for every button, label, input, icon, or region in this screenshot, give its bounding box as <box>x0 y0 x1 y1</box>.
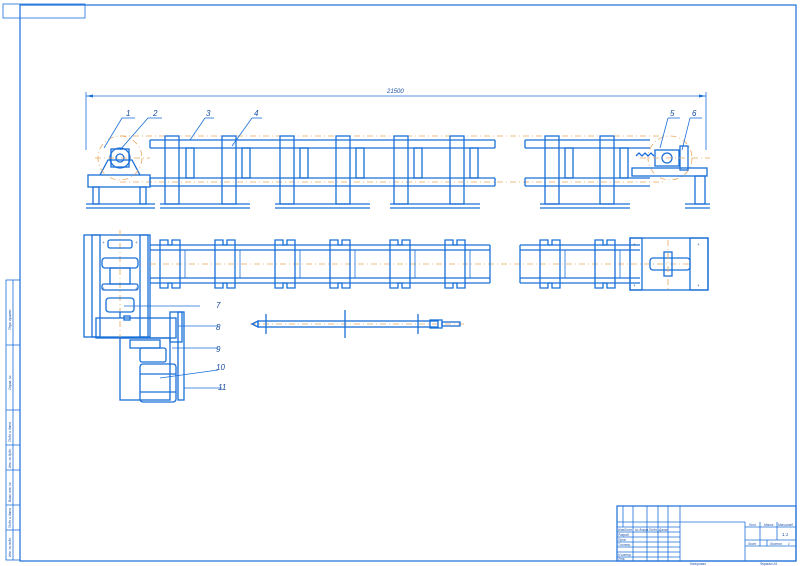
callout-1: 1 <box>126 109 130 118</box>
overall-length-label: 21500 <box>386 89 404 95</box>
tb-col-date: Дата <box>658 528 668 532</box>
side-label-first-use: Перв. примен. <box>8 309 12 330</box>
tb-approved: Утв. <box>618 557 625 561</box>
tb-developer: Разраб. <box>618 533 630 537</box>
side-label-dup-inv: Инв. № дубл. <box>8 448 12 468</box>
side-label-orig-inv: Инв. № подл. <box>8 537 12 557</box>
svg-text:+: + <box>102 240 105 245</box>
tb-sheets-label: Листов <box>769 542 782 546</box>
tb-sheets-value: 1 <box>788 542 790 546</box>
callout-11: 11 <box>218 383 226 392</box>
side-view-posts <box>164 135 629 205</box>
callout-5: 5 <box>670 109 675 118</box>
tail-station <box>631 135 710 209</box>
tb-format: Формат А1 <box>760 562 778 566</box>
callout-6: 6 <box>692 109 697 118</box>
callout-2: 2 <box>152 109 158 118</box>
svg-text:+: + <box>697 242 700 247</box>
callout-8: 8 <box>216 323 221 332</box>
svg-text:+: + <box>633 242 636 247</box>
callout-7: 7 <box>216 301 221 310</box>
callout-10: 10 <box>216 363 225 372</box>
title-block: Изм. Лист № докум. Подп. Дата Разраб. Пр… <box>616 505 797 566</box>
side-label-reference: Справ. № <box>8 375 12 390</box>
tb-col-sign: Подп. <box>649 528 658 532</box>
tb-checker: Пров. <box>618 538 627 542</box>
callout-9: 9 <box>216 345 221 354</box>
side-label-replace-inv: Взам. инв. № <box>8 482 12 502</box>
tb-tech-control: Т.контр. <box>618 543 631 547</box>
tb-scale-label: Масштаб <box>778 523 793 527</box>
tb-col-sheet: Лист <box>623 528 633 532</box>
callout-4: 4 <box>254 109 259 118</box>
shaft-detail <box>250 310 465 338</box>
tb-sheet-label: Лист <box>747 542 757 546</box>
side-label-sign-date-1: Подп. и дата <box>8 422 12 442</box>
side-view-feet <box>160 203 630 209</box>
tb-mass: Масса <box>764 523 774 527</box>
technical-drawing-sheet: Перв. примен. Справ. № Подп. и дата Инв.… <box>2 3 797 566</box>
tb-copied: Копировал <box>690 562 706 566</box>
svg-text:+: + <box>697 283 700 288</box>
tb-scale-value: 1:1 <box>782 532 789 537</box>
side-label-sign-date-2: Подп. и дата <box>8 508 12 528</box>
conveyor-plan-view: + + + + + + + + <box>83 230 709 403</box>
svg-text:+: + <box>633 283 636 288</box>
conveyor-side-view <box>86 135 710 209</box>
tb-col-docnum: № докум. <box>635 528 649 532</box>
side-stamp-strip: Перв. примен. Справ. № Подп. и дата Инв.… <box>5 279 21 561</box>
tb-letter: Лит. <box>748 523 757 527</box>
svg-text:+: + <box>135 240 138 245</box>
callout-3: 3 <box>206 109 211 118</box>
